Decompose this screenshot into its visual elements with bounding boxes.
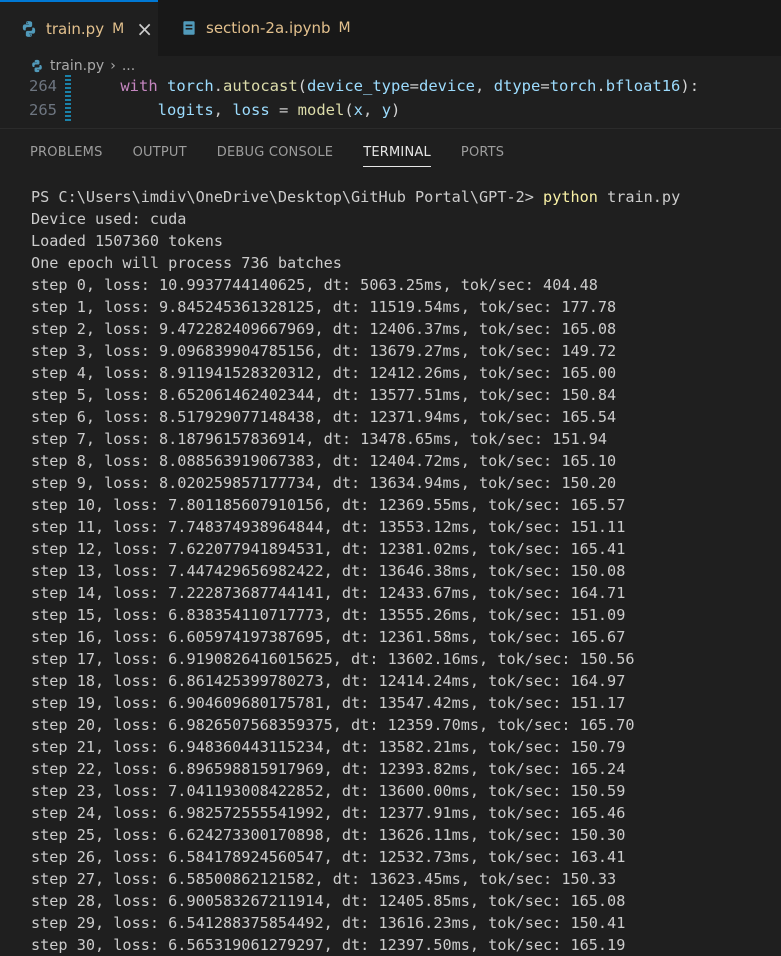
code-text: logits, loss = model(x, y) [157,101,401,119]
terminal-line: step 0, loss: 10.9937744140625, dt: 5063… [31,276,598,294]
notebook-icon [183,21,195,35]
terminal-line: Loaded 1507360 tokens [31,232,224,250]
line-number: 264 [29,77,57,95]
terminal-line: step 24, loss: 6.982572555541992, dt: 12… [31,804,626,822]
terminal-line: step 20, loss: 6.9826507568359375, dt: 1… [31,716,635,734]
terminal-line: step 19, loss: 6.904609680175781, dt: 13… [31,694,626,712]
tab-section-2a-ipynb[interactable]: section-2a.ipynb M [160,0,370,56]
terminal-line: step 17, loss: 6.9190826416015625, dt: 1… [31,650,635,668]
terminal-line: step 28, loss: 6.900583267211914, dt: 12… [31,892,626,910]
terminal-line: step 3, loss: 9.096839904785156, dt: 136… [31,342,617,360]
terminal-command-arg: train.py [597,188,681,206]
terminal-line: step 5, loss: 8.652061462402344, dt: 135… [31,386,617,404]
terminal-line: step 18, loss: 6.861425399780273, dt: 12… [31,672,626,690]
python-icon [22,21,36,37]
close-icon[interactable]: × [136,19,153,39]
terminal-line: step 15, loss: 6.838354110717773, dt: 13… [31,606,626,624]
panel-tab-bar: PROBLEMS OUTPUT DEBUG CONSOLE TERMINAL P… [0,129,781,175]
modified-indicator: M [112,21,125,37]
terminal-line: step 27, loss: 6.58500862121582, dt: 136… [31,870,617,888]
terminal-line: step 26, loss: 6.584178924560547, dt: 12… [31,848,626,866]
code-editor[interactable]: 264 with torch.autocast(device_type=devi… [0,74,781,130]
terminal-line: step 12, loss: 7.622077941894531, dt: 12… [31,540,626,558]
terminal-line: step 23, loss: 7.041193008422852, dt: 13… [31,782,626,800]
tab-label: train.py [46,20,105,38]
breadcrumb: train.py › ... [0,56,781,76]
tab-train-py[interactable]: train.py M × [0,0,158,56]
terminal-command: python [543,188,598,206]
terminal-line: step 10, loss: 7.801185607910156, dt: 12… [31,496,626,514]
terminal-line: step 25, loss: 6.624273300170898, dt: 13… [31,826,626,844]
terminal-line: step 9, loss: 8.020259857177734, dt: 136… [31,474,617,492]
modified-indicator: M [338,20,351,36]
tab-label: section-2a.ipynb [206,19,331,37]
terminal-line: Device used: cuda [31,210,187,228]
terminal-line: step 16, loss: 6.605974197387695, dt: 12… [31,628,626,646]
tab-ports[interactable]: PORTS [461,129,504,175]
python-icon [32,59,42,73]
code-line: 265 logits, loss = model(x, y) [0,98,781,122]
tab-problems[interactable]: PROBLEMS [30,129,103,175]
terminal-line: step 14, loss: 7.222873687744141, dt: 12… [31,584,626,602]
terminal-line: step 8, loss: 8.088563919067383, dt: 124… [31,452,617,470]
terminal-line: step 13, loss: 7.447429656982422, dt: 13… [31,562,626,580]
terminal-line: step 22, loss: 6.896598815917969, dt: 12… [31,760,626,778]
code-line: 264 with torch.autocast(device_type=devi… [0,74,781,98]
terminal-line: One epoch will process 736 batches [31,254,342,272]
terminal-line: step 1, loss: 9.845245361328125, dt: 115… [31,298,617,316]
terminal-line: step 7, loss: 8.18796157836914, dt: 1347… [31,430,608,448]
terminal-line: step 11, loss: 7.748374938964844, dt: 13… [31,518,626,536]
breadcrumb-more[interactable]: ... [122,58,135,74]
editor-tab-bar: train.py M × section-2a.ipynb M [0,0,781,57]
terminal-line: step 6, loss: 8.517929077148438, dt: 123… [31,408,617,426]
terminal-line: step 4, loss: 8.911941528320312, dt: 124… [31,364,617,382]
terminal-line: step 21, loss: 6.948360443115234, dt: 13… [31,738,626,756]
terminal[interactable]: PS C:\Users\imdiv\OneDrive\Desktop\GitHu… [0,186,781,956]
terminal-prompt: PS C:\Users\imdiv\OneDrive\Desktop\GitHu… [31,188,544,206]
line-number: 265 [29,101,57,119]
git-change-marker [65,75,71,97]
terminal-line: step 29, loss: 6.541288375854492, dt: 13… [31,914,626,932]
tab-terminal[interactable]: TERMINAL [363,129,431,175]
chevron-right-icon: › [110,58,116,74]
git-change-marker [65,99,71,121]
tab-debug-console[interactable]: DEBUG CONSOLE [217,129,333,175]
terminal-line: step 2, loss: 9.472282409667969, dt: 124… [31,320,617,338]
tab-output[interactable]: OUTPUT [133,129,187,175]
breadcrumb-file[interactable]: train.py [50,58,104,74]
terminal-line: step 30, loss: 6.565319061279297, dt: 12… [31,936,626,954]
code-text: with torch.autocast(device_type=device, … [120,77,700,95]
terminal-prompt-line: PS C:\Users\imdiv\OneDrive\Desktop\GitHu… [31,186,680,208]
